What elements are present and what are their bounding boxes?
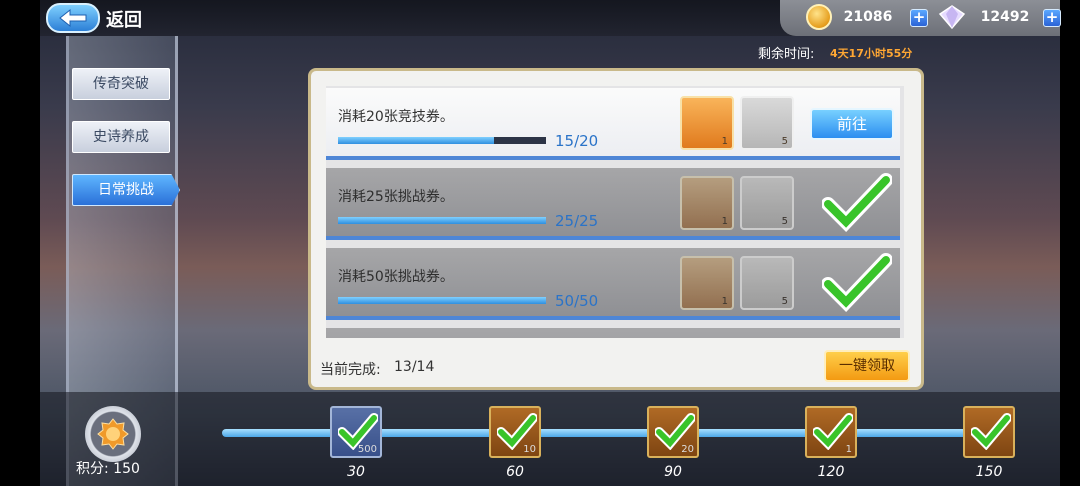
- milestone-points: 120: [817, 464, 845, 480]
- nav-item-legend-breakthrough[interactable]: 传奇突破: [72, 68, 170, 100]
- milestone-reward[interactable]: 500: [330, 406, 382, 458]
- task-row: 消耗20张竞技券。 15/20 1 5 前往: [326, 88, 900, 160]
- nav-item-epic-training[interactable]: 史诗养成: [72, 121, 170, 153]
- gem-balance: 12492: [980, 9, 1030, 25]
- medal-icon: [97, 418, 129, 450]
- task-progress-bar: [338, 137, 546, 144]
- task-progress-text: 25/25: [555, 212, 599, 230]
- scroll-reward-icon[interactable]: 1: [680, 256, 734, 310]
- medal-reward-icon[interactable]: 5: [740, 96, 794, 150]
- task-title: 消耗50张挑战券。: [338, 269, 454, 285]
- nav-item-daily-challenge[interactable]: 日常挑战: [72, 174, 180, 206]
- task-progress-bar: [338, 297, 546, 304]
- reward-track-strip: [40, 392, 1060, 486]
- milestone-points: 90: [664, 464, 682, 480]
- task-progress-text: 15/20: [555, 132, 599, 150]
- check-icon: [497, 413, 537, 450]
- medal-reward-icon[interactable]: 5: [740, 176, 794, 230]
- gem-icon: [938, 5, 966, 30]
- check-icon: [338, 413, 378, 450]
- task-title: 消耗25张挑战券。: [338, 189, 454, 205]
- milestone-points: 150: [975, 464, 1003, 480]
- claim-all-button[interactable]: 一键领取: [824, 350, 910, 382]
- milestone-reward[interactable]: 10: [489, 406, 541, 458]
- task-list[interactable]: 消耗20张竞技券。 15/20 1 5 前往 消耗25张挑战券。 25/25 1…: [326, 86, 904, 338]
- scroll-reward-icon[interactable]: 1: [680, 176, 734, 230]
- milestone-reward[interactable]: 20: [647, 406, 699, 458]
- check-icon: [655, 413, 695, 450]
- right-letterbox: [1060, 0, 1080, 486]
- left-letterbox: [0, 0, 40, 486]
- task-row-partial: [326, 328, 900, 338]
- back-label[interactable]: 返回: [106, 6, 142, 32]
- medal-reward-icon[interactable]: 5: [740, 256, 794, 310]
- back-button[interactable]: [46, 3, 100, 33]
- completion-label: 当前完成:: [320, 362, 381, 378]
- coin-icon: [806, 4, 832, 30]
- completion-value: 13/14: [394, 359, 435, 375]
- check-icon: [813, 413, 853, 450]
- milestone-points: 30: [347, 464, 365, 480]
- go-button[interactable]: 前往: [810, 108, 894, 140]
- task-title: 消耗20张竞技券。: [338, 109, 454, 125]
- check-icon: [971, 413, 1011, 450]
- milestone-points: 60: [506, 464, 524, 480]
- score-label: 积分: 150: [76, 461, 140, 477]
- task-progress-text: 50/50: [555, 292, 599, 310]
- completed-check-icon: [822, 253, 892, 312]
- task-progress-bar: [338, 217, 546, 224]
- coin-balance: 21086: [843, 9, 893, 25]
- task-row: 消耗50张挑战券。 50/50 1 5: [326, 248, 900, 320]
- completed-check-icon: [822, 173, 892, 232]
- scroll-reward-icon[interactable]: 1: [680, 96, 734, 150]
- back-arrow-icon: [59, 8, 87, 28]
- task-row: 消耗25张挑战券。 25/25 1 5: [326, 168, 900, 240]
- time-remaining-label: 剩余时间:: [758, 47, 815, 62]
- milestone-reward[interactable]: [963, 406, 1015, 458]
- add-gems-button[interactable]: +: [1043, 9, 1061, 27]
- time-remaining-value: 4天17小时55分: [830, 47, 913, 60]
- add-coins-button[interactable]: +: [910, 9, 928, 27]
- milestone-reward[interactable]: 1: [805, 406, 857, 458]
